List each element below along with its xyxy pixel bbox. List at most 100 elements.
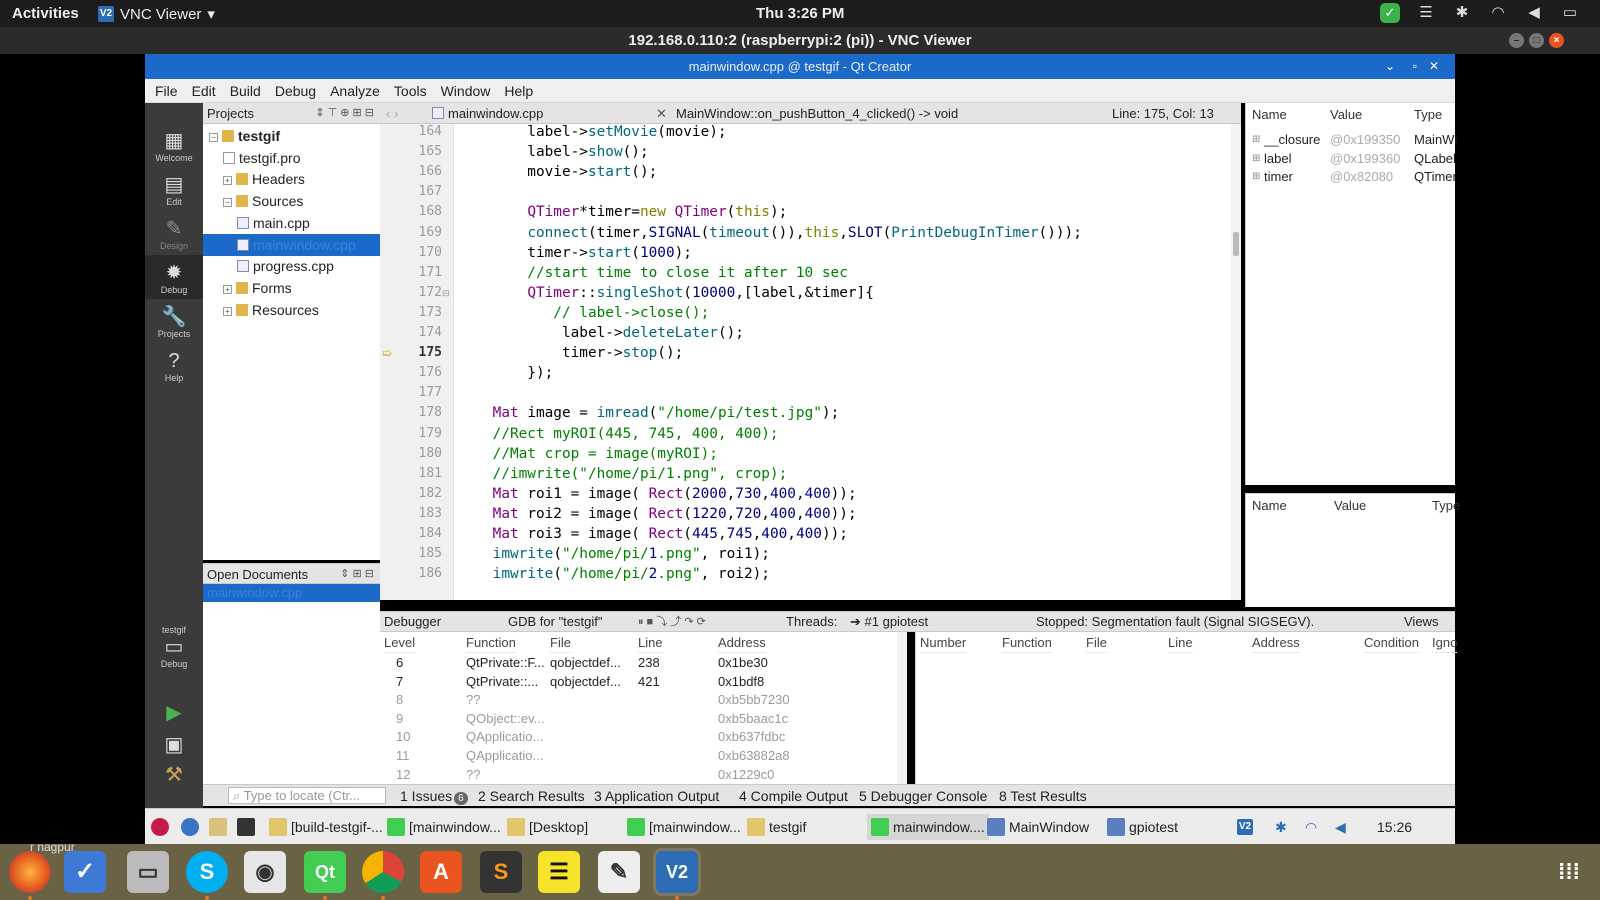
qt-maximize-icon[interactable]: ▫ — [1413, 54, 1417, 79]
line-number[interactable]: 169 — [380, 223, 442, 244]
open-document-item[interactable]: mainwindow.cpp — [203, 584, 380, 602]
app-menu[interactable]: V2 VNC Viewer ▾ — [98, 5, 215, 23]
breakpoint-header-file[interactable]: File — [1086, 632, 1107, 653]
raspberry-menu-icon[interactable] — [151, 814, 169, 840]
qt-close-icon[interactable]: ✕ — [1429, 54, 1439, 79]
locals-header-type[interactable]: Type — [1414, 103, 1442, 127]
kit-selector[interactable]: testgif ▭ Debug — [145, 625, 203, 669]
nav-back-forward-icon[interactable]: ‹ › — [386, 103, 398, 124]
taskbar-item-3[interactable]: [Desktop] — [507, 814, 588, 840]
tree-item-testgif[interactable]: − testgif — [203, 125, 380, 147]
build-button[interactable]: ⚒ — [145, 763, 203, 787]
run-button[interactable]: ▶ — [145, 701, 203, 725]
pane-tools-icon[interactable]: ⇕ ⊞ ⊟ — [340, 564, 374, 585]
breakpoint-header-line[interactable]: Line — [1168, 632, 1193, 653]
thread-select[interactable]: ➔ #1 gpiotest — [850, 612, 928, 632]
notes-list-icon[interactable]: ☰ — [538, 851, 580, 893]
views-button[interactable]: Views — [1404, 612, 1438, 632]
menu-file[interactable]: File — [155, 83, 178, 99]
line-number[interactable]: 170 — [380, 243, 442, 264]
mode-design[interactable]: ✎ Design — [145, 217, 203, 251]
watch-header-value[interactable]: Value — [1334, 494, 1366, 518]
close-icon[interactable]: × — [1549, 33, 1564, 48]
activities-button[interactable]: Activities — [12, 5, 79, 22]
tree-item-headers[interactable]: + Headers — [203, 168, 380, 190]
debugger-mode-select[interactable]: Debugger — [384, 612, 441, 632]
debug-controls-icon[interactable]: ⏸ ■ ⤵ ⤴ ↷ ⟳ — [638, 612, 706, 632]
mode-debug[interactable]: ✹ Debug — [145, 255, 203, 299]
breakpoint-header-condition[interactable]: Condition — [1364, 632, 1419, 653]
sublime-text-icon[interactable]: S — [480, 851, 522, 893]
breakpoint-header-number[interactable]: Number — [920, 632, 967, 653]
skype-icon[interactable]: S — [186, 851, 228, 893]
tab-issues[interactable]: 1 Issues 6 — [400, 785, 468, 807]
menu-tools[interactable]: Tools — [394, 83, 427, 99]
line-number[interactable]: 179 — [380, 424, 442, 445]
expand-icon[interactable]: ⊞ — [1252, 149, 1260, 168]
local-name[interactable]: __closure — [1264, 130, 1320, 149]
locals-header-value[interactable]: Value — [1330, 103, 1362, 127]
stack-header-file[interactable]: File — [550, 632, 571, 653]
line-number[interactable]: 186 — [380, 564, 442, 585]
menu-analyze[interactable]: Analyze — [330, 83, 380, 99]
wifi-icon[interactable]: ◠ — [1305, 814, 1317, 840]
firefox-icon[interactable] — [9, 851, 51, 893]
tree-item-testgif-pro[interactable]: testgif.pro — [203, 147, 380, 169]
vnc-viewer-dock-icon[interactable]: V2 — [656, 851, 698, 893]
mode-edit[interactable]: ▤ Edit — [145, 173, 203, 207]
pi-clock[interactable]: 15:26 — [1377, 814, 1412, 840]
mode-projects[interactable]: 🔧 Projects — [145, 305, 203, 339]
taskbar-item-4[interactable]: [mainwindow... — [627, 814, 741, 840]
pane-tools-icon[interactable]: ⇕ ⊤ ⊕ ⊞ ⊟ — [315, 103, 374, 124]
minimize-icon[interactable]: – — [1509, 33, 1524, 48]
expand-icon[interactable]: + — [223, 284, 232, 294]
stack-cell-function[interactable]: QtPrivate::... — [466, 673, 538, 692]
projects-header[interactable]: Projects ⇕ ⊤ ⊕ ⊞ ⊟ — [203, 103, 380, 124]
stack-cell-function[interactable]: ?? — [466, 691, 480, 710]
volume-icon[interactable]: ◀ — [1524, 3, 1544, 23]
tree-item-progress-cpp[interactable]: progress.cpp — [203, 255, 380, 277]
line-number[interactable]: 177 — [380, 383, 442, 404]
line-number[interactable]: 178 — [380, 403, 442, 424]
file-selector[interactable]: mainwindow.cpp — [432, 103, 543, 124]
stack-header-level[interactable]: Level — [384, 632, 416, 653]
battery-icon[interactable]: ▭ — [1560, 3, 1580, 23]
taskbar-item-7[interactable]: MainWindow — [987, 814, 1089, 840]
taskbar-item-5[interactable]: testgif — [747, 814, 806, 840]
stack-cell-function[interactable]: QObject::ev... — [466, 710, 545, 729]
line-number[interactable]: 167 — [380, 182, 442, 203]
line-number[interactable]: 168 — [380, 202, 442, 223]
update-check-icon[interactable]: ✓ — [1380, 3, 1400, 23]
locator-input[interactable]: ⌕ Type to locate (Ctr... — [228, 787, 386, 804]
line-number[interactable]: 180 — [380, 444, 442, 465]
tab-test-results[interactable]: 8 Test Results — [999, 785, 1087, 807]
local-name[interactable]: label — [1264, 149, 1291, 168]
line-number[interactable]: 183 — [380, 504, 442, 525]
maximize-icon[interactable]: □ — [1529, 33, 1544, 48]
files-icon[interactable]: ▭ — [127, 851, 169, 893]
line-number[interactable]: 181 — [380, 464, 442, 485]
tree-item-forms[interactable]: + Forms — [203, 277, 380, 299]
clock[interactable]: Thu 3:26 PM — [756, 5, 844, 22]
engine-select[interactable]: GDB for "testgif" — [508, 612, 602, 632]
line-number[interactable]: 173 — [380, 303, 442, 324]
qt-creator-icon[interactable]: Qt — [304, 851, 346, 893]
line-number[interactable]: 185 — [380, 544, 442, 565]
qt-minimize-icon[interactable]: ⌄ — [1385, 54, 1395, 79]
tab-compile-output[interactable]: 4 Compile Output — [739, 785, 848, 807]
taskbar-item-8[interactable]: gpiotest — [1107, 814, 1178, 840]
mode-welcome[interactable]: ▦ Welcome — [145, 129, 203, 163]
stack-cell-function[interactable]: QApplicatio... — [466, 747, 543, 766]
stack-scrollbar[interactable] — [897, 632, 907, 784]
camera-icon[interactable]: ◉ — [244, 851, 286, 893]
debug-run-button[interactable]: ▣ — [145, 733, 203, 757]
breakpoint-header-address[interactable]: Address — [1252, 632, 1300, 653]
line-number-gutter[interactable]: 164 165 166 167 168 169 170 171 172 ⊟ 173 174 175 ➯ 17… — [380, 124, 454, 600]
stack-cell-function[interactable]: ?? — [466, 766, 480, 784]
line-number[interactable]: 182 — [380, 484, 442, 505]
expand-icon[interactable]: + — [223, 176, 232, 186]
line-number[interactable]: 176 — [380, 363, 442, 384]
scrollbar-thumb[interactable] — [1233, 232, 1239, 256]
cursor-position[interactable]: Line: 175, Col: 13 — [1112, 103, 1214, 124]
tasks-icon[interactable]: ✓ — [64, 851, 106, 893]
